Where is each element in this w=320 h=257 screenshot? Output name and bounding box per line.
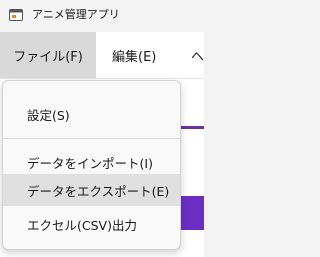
menu-item-label: エクセル(CSV)出力: [27, 217, 137, 233]
menu-view[interactable]: ヘ: [191, 32, 204, 78]
menu-bar: ファイル(F) 編集(E) ヘ: [0, 32, 204, 79]
menu-item-excel-csv-output[interactable]: エクセル(CSV)出力: [3, 208, 180, 240]
menu-item-label: 設定(S): [27, 107, 70, 123]
file-menu-dropdown: 設定(S) データをインポート(I) データをエクスポート(E) エクセル(CS…: [2, 80, 181, 250]
app-window: アニメ管理アプリ ファイル(F) 編集(E) ヘ 設定(S) データをインポート…: [0, 0, 204, 257]
menu-item-settings[interactable]: 設定(S): [3, 98, 180, 130]
menu-item-export-data[interactable]: データをエクスポート(E): [3, 174, 180, 206]
title-bar: アニメ管理アプリ: [0, 0, 204, 30]
menu-edit[interactable]: 編集(E): [112, 32, 156, 78]
app-window-icon: [9, 9, 23, 21]
menu-file[interactable]: ファイル(F): [0, 32, 96, 78]
accent-button-partial[interactable]: [180, 196, 204, 230]
menu-item-label: データをインポート(I): [27, 155, 153, 171]
menu-item-label: データをエクスポート(E): [27, 183, 170, 199]
tab-underline: [180, 126, 204, 129]
menu-separator: [3, 138, 180, 139]
window-title: アニメ管理アプリ: [32, 8, 120, 21]
